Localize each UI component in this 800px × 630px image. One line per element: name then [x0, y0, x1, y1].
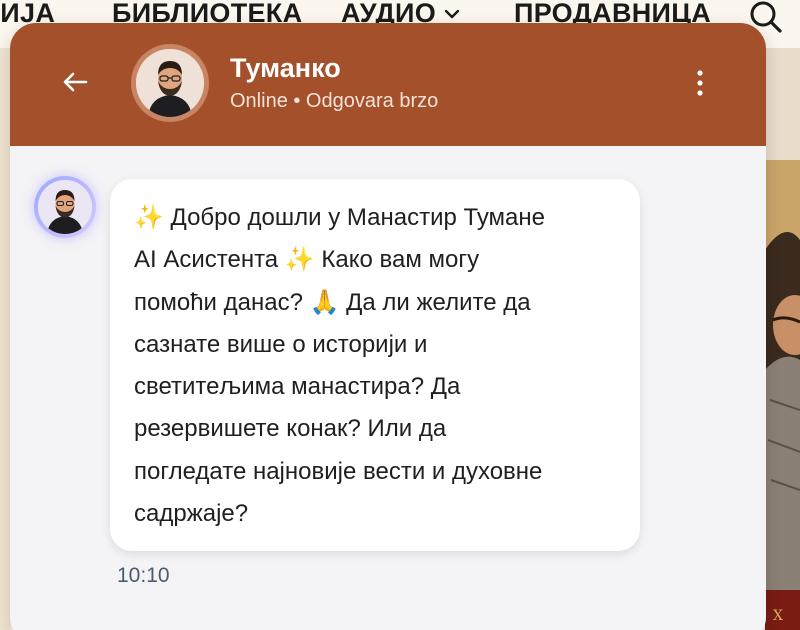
message-text: ✨ Добро дошли у Манастир Тумане AI Асист…: [134, 204, 545, 528]
chat-header: Туманко Online • Odgovara brzo: [10, 23, 766, 146]
page-background-left: [0, 48, 10, 630]
back-arrow-icon[interactable]: [58, 69, 92, 95]
agent-avatar-image: [136, 49, 204, 117]
message-avatar: [34, 176, 96, 238]
agent-name: Туманко: [230, 53, 341, 83]
assistant-message-bubble: ✨ Добро дошли у Манастир Тумане AI Асист…: [110, 179, 640, 551]
saint-icon-painting: Х: [765, 160, 800, 630]
agent-status: Online • Odgovara brzo: [230, 90, 439, 112]
svg-text:Х: Х: [773, 608, 783, 624]
chevron-down-icon: [444, 9, 460, 18]
message-timestamp: 10:10: [117, 564, 170, 587]
agent-avatar: [131, 44, 209, 122]
chat-widget: Туманко Online • Odgovara brzo ✨ Добро д…: [10, 23, 766, 630]
more-options-icon[interactable]: [692, 67, 708, 99]
message-avatar-image: [38, 180, 92, 234]
